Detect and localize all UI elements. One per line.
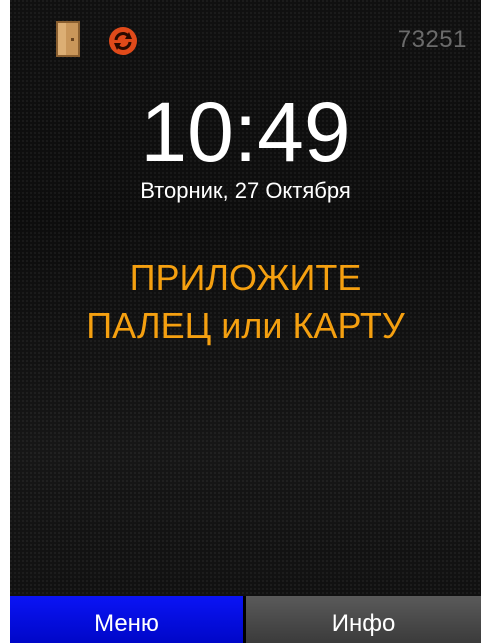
bottom-bar: Меню Инфо <box>10 596 481 643</box>
terminal-device: 73251 10:49 Вторник, 27 Октября ПРИЛОЖИТ… <box>0 0 481 643</box>
info-button[interactable]: Инфо <box>246 596 481 643</box>
terminal-screen: 73251 10:49 Вторник, 27 Октября ПРИЛОЖИТ… <box>10 0 481 643</box>
sync-icon <box>108 26 138 56</box>
device-id: 73251 <box>397 26 467 53</box>
menu-button[interactable]: Меню <box>10 596 246 643</box>
scan-prompt-line1: ПРИЛОЖИТЕ <box>129 257 362 298</box>
door-icon <box>55 20 81 58</box>
scan-prompt: ПРИЛОЖИТЕ ПАЛЕЦ или КАРТУ <box>10 254 481 350</box>
scan-prompt-line2: ПАЛЕЦ или КАРТУ <box>86 305 405 346</box>
clock-date: Вторник, 27 Октября <box>140 178 351 203</box>
clock-time: 10:49 <box>140 85 351 179</box>
